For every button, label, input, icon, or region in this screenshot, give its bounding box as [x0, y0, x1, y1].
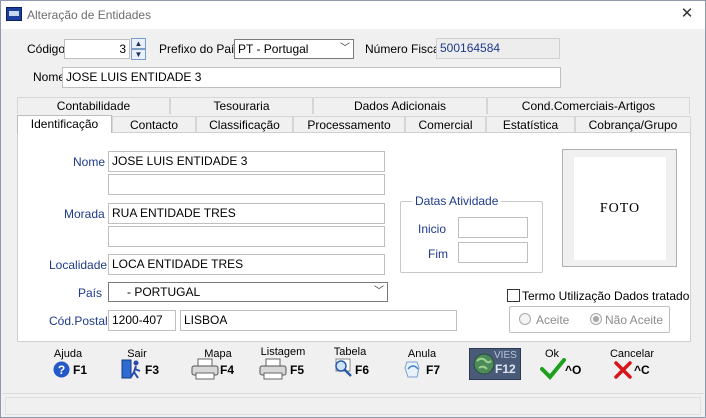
ajuda-label: Ajuda: [53, 348, 83, 360]
tab-processamento[interactable]: Processamento: [293, 116, 405, 133]
vies-label: VIES: [494, 350, 517, 361]
inicio-input[interactable]: [458, 217, 528, 238]
cidade-input[interactable]: LISBOA: [180, 310, 457, 331]
nao-aceite-radio[interactable]: [590, 313, 602, 325]
ident-nome-input-2[interactable]: [108, 174, 385, 195]
close-button[interactable]: ✕: [673, 5, 701, 23]
tab-dados-adicionais[interactable]: Dados Adicionais: [313, 97, 487, 114]
aceite-radio[interactable]: [519, 313, 531, 325]
check-icon: [540, 358, 566, 380]
status-bar: [2, 393, 704, 417]
mapa-button[interactable]: Mapa F4: [191, 348, 253, 388]
localidade-input[interactable]: LOCA ENTIDADE TRES: [108, 254, 385, 275]
prefixo-select[interactable]: PT - Portugal ﹀: [234, 39, 354, 59]
nif-label: Número Fiscal: [365, 42, 443, 56]
termo-label[interactable]: Termo Utilização Dados tratado: [522, 289, 689, 303]
vies-key: F12: [495, 362, 516, 376]
cancelar-key: ^C: [634, 363, 650, 377]
foto-placeholder: FOTO: [574, 157, 666, 260]
pais-label: País: [78, 286, 103, 300]
localidade-label: Localidade: [49, 258, 108, 272]
fim-input[interactable]: [458, 242, 528, 263]
x-icon: [614, 361, 632, 379]
ajuda-button[interactable]: Ajuda ? F1: [47, 348, 109, 388]
title-bar: Alteração de Entidades ✕: [1, 1, 705, 29]
spin-down-icon[interactable]: ▼: [131, 49, 146, 60]
sair-button[interactable]: Sair F3: [119, 348, 181, 388]
listagem-button[interactable]: Listagem F5: [259, 346, 321, 386]
cancelar-label: Cancelar: [609, 348, 655, 360]
entity-edit-window: Alteração de Entidades ✕ Código 3 ▲ ▼ Pr…: [0, 0, 706, 418]
window-title: Alteração de Entidades: [27, 8, 152, 22]
aceite-label[interactable]: Aceite: [536, 313, 569, 327]
codigo-label: Código: [27, 42, 66, 56]
cancelar-button[interactable]: Cancelar ^C: [609, 348, 671, 388]
ident-nome-label: Nome: [73, 155, 106, 169]
nao-aceite-label[interactable]: Não Aceite: [605, 313, 663, 327]
pais-value: - PORTUGAL: [127, 285, 201, 299]
anula-key: F7: [426, 363, 441, 377]
nome-label: Nome: [33, 70, 66, 84]
printer-icon: [259, 358, 287, 380]
nome-input[interactable]: JOSE LUIS ENTIDADE 3: [62, 67, 561, 88]
tab-estatistica[interactable]: Estatística: [486, 116, 575, 133]
chevron-down-icon: ﹀: [374, 286, 384, 297]
spin-up-icon[interactable]: ▲: [131, 38, 146, 49]
status-cell: [5, 397, 701, 415]
termo-checkbox[interactable]: [507, 289, 520, 302]
prefixo-value: PT - Portugal: [238, 42, 309, 56]
morada-label: Morada: [64, 207, 105, 221]
vies-button[interactable]: VIES F12: [469, 348, 521, 380]
globe-icon: [473, 353, 495, 375]
foto-frame[interactable]: FOTO: [562, 149, 677, 267]
sair-key: F3: [145, 363, 160, 377]
tab-cobranca-grupo[interactable]: Cobrança/Grupo: [575, 116, 691, 133]
ok-key: ^O: [565, 363, 582, 377]
inicio-label: Inicio: [418, 222, 447, 236]
pais-select[interactable]: - PORTUGAL ﹀: [108, 282, 388, 302]
fim-label: Fim: [428, 247, 448, 261]
datas-atividade-title: Datas Atividade: [412, 194, 502, 208]
exit-icon: [121, 359, 141, 379]
morada-input-2[interactable]: [108, 226, 385, 247]
anula-button[interactable]: Anula F7: [403, 348, 465, 388]
help-icon: ?: [53, 361, 70, 378]
svg-text:?: ?: [58, 363, 65, 377]
tabela-button[interactable]: Tabela F6: [333, 346, 395, 386]
tab-tesouraria[interactable]: Tesouraria: [170, 97, 313, 114]
chevron-down-icon: ﹀: [340, 43, 350, 54]
codigo-input[interactable]: 3: [64, 39, 130, 59]
morada-input-1[interactable]: RUA ENTIDADE TRES: [108, 203, 385, 224]
app-icon: [6, 7, 22, 21]
tab-comercial[interactable]: Comercial: [405, 116, 486, 133]
printer-icon: [191, 358, 219, 380]
magnifier-icon: [335, 358, 352, 377]
ok-button[interactable]: Ok ^O: [538, 348, 600, 388]
listagem-key: F5: [290, 363, 305, 377]
tabela-label: Tabela: [333, 346, 367, 358]
codpostal-input[interactable]: 1200-407: [108, 310, 176, 331]
codigo-spinner[interactable]: ▲ ▼: [131, 38, 146, 60]
tabela-key: F6: [355, 363, 370, 377]
tab-contabilidade[interactable]: Contabilidade: [17, 97, 170, 114]
listagem-label: Listagem: [260, 346, 306, 358]
ident-nome-input-1[interactable]: JOSE LUIS ENTIDADE 3: [108, 151, 385, 172]
tab-classificacao[interactable]: Classificação: [196, 116, 293, 133]
prefixo-label: Prefixo do País: [159, 42, 241, 56]
nif-field: 500164584: [436, 38, 560, 59]
mapa-key: F4: [220, 363, 235, 377]
ajuda-key: F1: [73, 363, 88, 377]
undo-icon: [404, 361, 420, 378]
tab-cond-comerciais[interactable]: Cond.Comerciais-Artigos: [487, 97, 690, 114]
tab-contacto[interactable]: Contacto: [112, 116, 196, 133]
codpostal-label: Cód.Postal: [49, 314, 108, 328]
tab-identificacao[interactable]: Identificação: [17, 115, 112, 133]
